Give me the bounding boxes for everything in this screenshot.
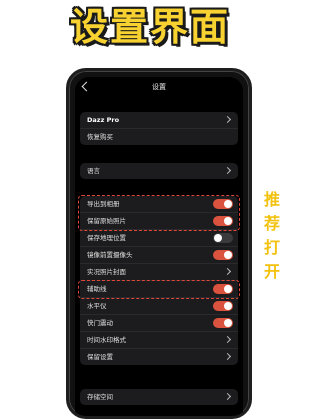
account-group: Dazz Pro 恢复购买 bbox=[80, 112, 238, 145]
chevron-right-icon bbox=[223, 115, 232, 124]
side-note-char: 荐 bbox=[263, 214, 280, 233]
shutter-vibration-label: 快门震动 bbox=[87, 319, 113, 327]
mirror-front-camera-label: 镜像前置摄像头 bbox=[87, 251, 133, 259]
chevron-right-icon bbox=[223, 267, 232, 276]
level-row: 水平仪 bbox=[80, 297, 238, 314]
shutter-vibration-toggle[interactable] bbox=[213, 318, 233, 328]
export-to-album-toggle[interactable] bbox=[213, 199, 233, 209]
save-location-row: 保存地理位置 bbox=[80, 229, 238, 246]
side-note-char: 推 bbox=[263, 190, 280, 209]
toggle-knob bbox=[224, 217, 232, 225]
grid-lines-toggle[interactable] bbox=[213, 284, 233, 294]
live-photo-cover-row[interactable]: 实况照片封面 bbox=[80, 263, 238, 280]
toggle-knob bbox=[214, 234, 222, 242]
dazz-pro-label: Dazz Pro bbox=[87, 116, 120, 124]
level-label: 水平仪 bbox=[87, 302, 107, 310]
language-row[interactable]: 语言 bbox=[80, 163, 238, 179]
timestamp-format-label: 时间水印格式 bbox=[87, 336, 126, 344]
save-location-label: 保存地理位置 bbox=[87, 234, 126, 242]
chevron-right-icon bbox=[223, 335, 232, 344]
storage-label: 存储空间 bbox=[87, 393, 113, 401]
chevron-right-icon bbox=[223, 352, 232, 361]
headline: 设置界面 bbox=[69, 5, 230, 49]
dazz-pro-row[interactable]: Dazz Pro bbox=[80, 112, 238, 128]
live-photo-cover-label: 实况照片封面 bbox=[87, 268, 126, 276]
language-group: 语言 bbox=[80, 163, 238, 179]
side-note-char: 打 bbox=[263, 238, 280, 257]
grid-lines-row: 辅助线 bbox=[80, 280, 238, 297]
side-note-char: 开 bbox=[263, 262, 280, 281]
timestamp-format-row[interactable]: 时间水印格式 bbox=[80, 331, 238, 348]
nav-bar: 设置 bbox=[75, 77, 243, 101]
save-location-toggle[interactable] bbox=[213, 233, 233, 243]
keep-original-label: 保留原始照片 bbox=[87, 217, 126, 225]
toggle-knob bbox=[224, 251, 232, 259]
language-label: 语言 bbox=[87, 167, 100, 175]
mirror-front-camera-row: 镜像前置摄像头 bbox=[80, 246, 238, 263]
chevron-right-icon bbox=[223, 392, 232, 401]
keep-settings-label: 保留设置 bbox=[87, 353, 113, 361]
restore-purchase-row[interactable]: 恢复购买 bbox=[80, 128, 238, 145]
toggle-knob bbox=[224, 285, 232, 293]
toggle-knob bbox=[224, 302, 232, 310]
mirror-front-camera-toggle[interactable] bbox=[213, 250, 233, 260]
level-toggle[interactable] bbox=[213, 301, 233, 311]
settings-screen: 设置 Dazz Pro 恢复购买 语言 导出到相册 保留原始照片 保存地理位置 … bbox=[75, 77, 243, 416]
keep-settings-row[interactable]: 保留设置 bbox=[80, 348, 238, 365]
export-to-album-row: 导出到相册 bbox=[80, 196, 238, 212]
shutter-vibration-row: 快门震动 bbox=[80, 314, 238, 331]
toggle-knob bbox=[224, 319, 232, 327]
keep-original-row: 保留原始照片 bbox=[80, 212, 238, 229]
settings-group: 导出到相册 保留原始照片 保存地理位置 镜像前置摄像头 实况照片封面 辅助线 水… bbox=[80, 196, 238, 365]
export-to-album-label: 导出到相册 bbox=[87, 200, 120, 208]
storage-group: 存储空间 bbox=[80, 389, 238, 405]
restore-purchase-label: 恢复购买 bbox=[87, 133, 113, 141]
page-title: 设置 bbox=[152, 83, 166, 91]
grid-lines-label: 辅助线 bbox=[87, 285, 107, 293]
toggle-knob bbox=[224, 200, 232, 208]
storage-row[interactable]: 存储空间 bbox=[80, 389, 238, 405]
phone-frame: 设置 Dazz Pro 恢复购买 语言 导出到相册 保留原始照片 保存地理位置 … bbox=[66, 68, 252, 419]
recommend-enable-note: 推 荐 打 开 bbox=[258, 188, 286, 284]
chevron-right-icon bbox=[223, 166, 232, 175]
keep-original-toggle[interactable] bbox=[213, 216, 233, 226]
